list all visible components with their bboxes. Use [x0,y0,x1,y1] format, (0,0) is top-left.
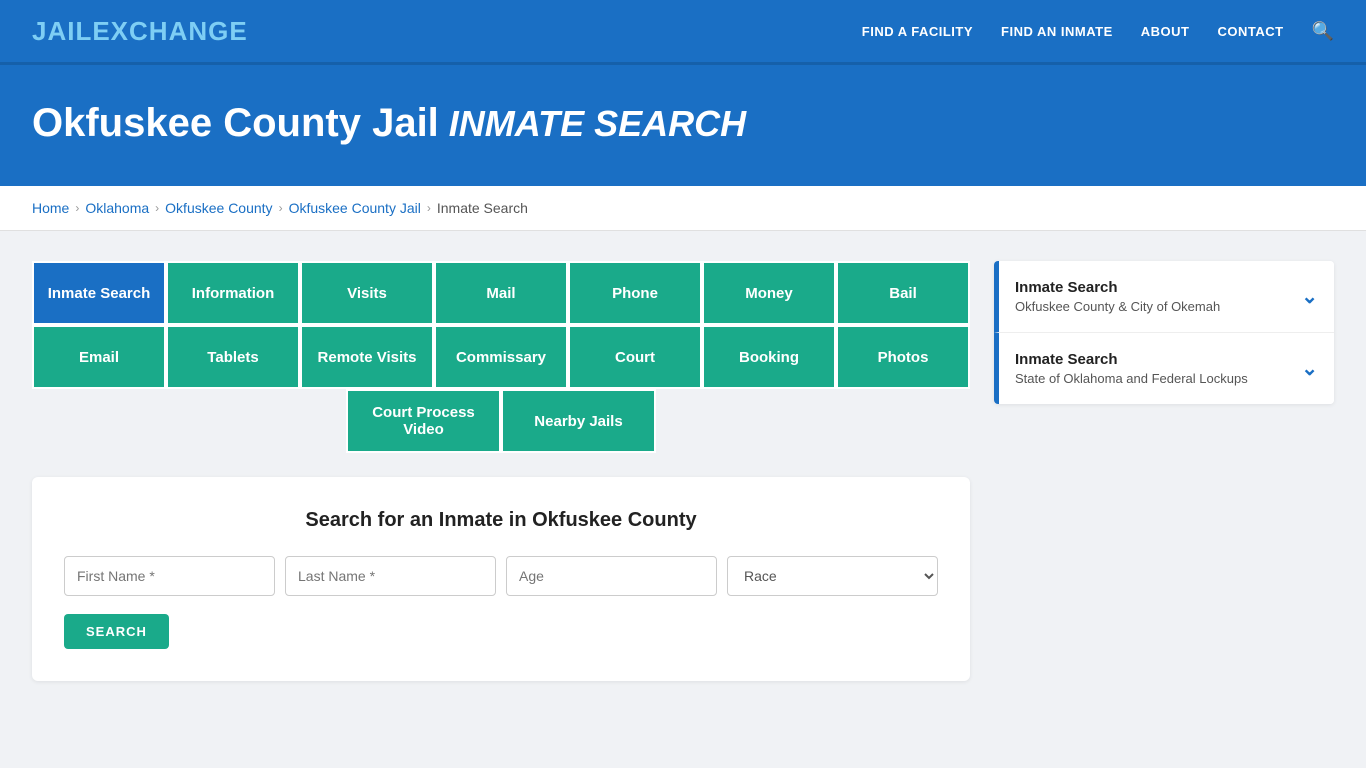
nav-btn-commissary[interactable]: Commissary [434,325,568,389]
age-input[interactable] [506,556,717,596]
first-name-input[interactable] [64,556,275,596]
nav-btn-booking[interactable]: Booking [702,325,836,389]
logo-exchange: EXCHANGE [92,16,247,46]
nav-btn-photos[interactable]: Photos [836,325,970,389]
search-title: Search for an Inmate in Okfuskee County [64,509,938,532]
sidebar-item-county-title: Inmate Search [1015,279,1220,296]
nav-btn-inmate-search[interactable]: Inmate Search [32,261,166,325]
search-button[interactable]: SEARCH [64,614,169,649]
hero-section: Okfuskee County JailINMATE SEARCH [0,65,1366,186]
nav-btn-court-process-video[interactable]: Court Process Video [346,389,501,453]
nav-btn-tablets[interactable]: Tablets [166,325,300,389]
sidebar-item-county-sub: Okfuskee County & City of Okemah [1015,299,1220,314]
nav-btn-nearby-jails[interactable]: Nearby Jails [501,389,656,453]
breadcrumb: Home › Oklahoma › Okfuskee County › Okfu… [32,200,1334,216]
breadcrumb-sep-3: › [279,201,283,215]
nav-find-inmate[interactable]: FIND AN INMATE [1001,24,1113,39]
site-header: JAILEXCHANGE FIND A FACILITY FIND AN INM… [0,0,1366,65]
nav-btn-email[interactable]: Email [32,325,166,389]
sidebar-item-state[interactable]: Inmate Search State of Oklahoma and Fede… [994,333,1334,404]
search-panel: Search for an Inmate in Okfuskee County … [32,477,970,681]
nav-row-1: Inmate Search Information Visits Mail Ph… [32,261,970,325]
nav-btn-court[interactable]: Court [568,325,702,389]
breadcrumb-home[interactable]: Home [32,200,69,216]
nav-btn-mail[interactable]: Mail [434,261,568,325]
nav-btn-bail[interactable]: Bail [836,261,970,325]
breadcrumb-oklahoma[interactable]: Oklahoma [85,200,149,216]
nav-button-grid: Inmate Search Information Visits Mail Ph… [32,261,970,453]
nav-btn-remote-visits[interactable]: Remote Visits [300,325,434,389]
page-title-sub: INMATE SEARCH [449,103,746,144]
breadcrumb-county[interactable]: Okfuskee County [165,200,272,216]
nav-btn-phone[interactable]: Phone [568,261,702,325]
search-fields: Race White Black Hispanic Asian Other [64,556,938,596]
right-sidebar: Inmate Search Okfuskee County & City of … [994,261,1334,408]
page-title-main: Okfuskee County Jail [32,101,439,145]
nav-find-facility[interactable]: FIND A FACILITY [862,24,973,39]
nav-contact[interactable]: CONTACT [1217,24,1283,39]
breadcrumb-inmate-search: Inmate Search [437,200,528,216]
site-logo[interactable]: JAILEXCHANGE [32,16,248,47]
main-content: Inmate Search Information Visits Mail Ph… [0,231,1366,711]
sidebar-item-state-sub: State of Oklahoma and Federal Lockups [1015,371,1248,386]
sidebar-item-state-title: Inmate Search [1015,351,1248,368]
nav-row-2: Email Tablets Remote Visits Commissary C… [32,325,970,389]
main-nav: FIND A FACILITY FIND AN INMATE ABOUT CON… [862,21,1334,42]
left-column: Inmate Search Information Visits Mail Ph… [32,261,970,681]
page-title: Okfuskee County JailINMATE SEARCH [32,101,1334,146]
nav-btn-money[interactable]: Money [702,261,836,325]
breadcrumb-sep-2: › [155,201,159,215]
nav-btn-visits[interactable]: Visits [300,261,434,325]
last-name-input[interactable] [285,556,496,596]
sidebar-item-county[interactable]: Inmate Search Okfuskee County & City of … [994,261,1334,333]
chevron-down-icon-2: ⌄ [1301,356,1318,381]
race-select[interactable]: Race White Black Hispanic Asian Other [727,556,938,596]
breadcrumb-bar: Home › Oklahoma › Okfuskee County › Okfu… [0,186,1366,231]
logo-jail: JAIL [32,16,92,46]
sidebar-card: Inmate Search Okfuskee County & City of … [994,261,1334,404]
breadcrumb-jail[interactable]: Okfuskee County Jail [289,200,421,216]
nav-btn-information[interactable]: Information [166,261,300,325]
nav-about[interactable]: ABOUT [1141,24,1190,39]
nav-row-3: Court Process Video Nearby Jails [32,389,970,453]
search-icon[interactable]: 🔍 [1312,21,1334,42]
chevron-down-icon: ⌄ [1301,284,1318,309]
breadcrumb-sep-4: › [427,201,431,215]
breadcrumb-sep-1: › [75,201,79,215]
